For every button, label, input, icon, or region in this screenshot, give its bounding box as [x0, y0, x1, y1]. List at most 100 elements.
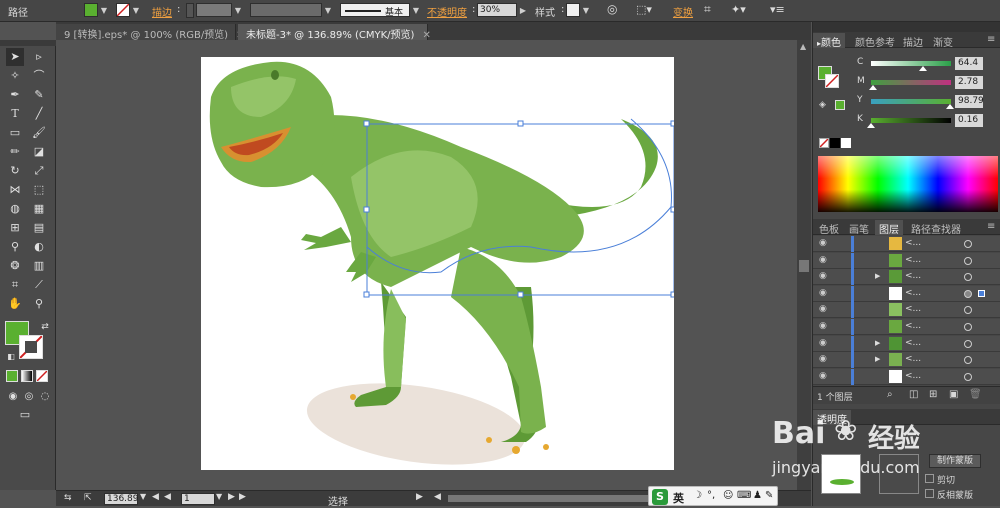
fill-dropdown-icon[interactable]: ▼ [99, 4, 109, 18]
lasso-icon[interactable]: ⌒ [30, 67, 48, 85]
variable-width-dropdown-icon[interactable]: ▼ [323, 4, 333, 18]
tab-gradient[interactable]: 渐变 [929, 33, 957, 49]
stroke-weight-dropdown-icon[interactable]: ▼ [233, 4, 243, 18]
slider-m-value[interactable]: 2.78 [955, 76, 983, 89]
ime-mode-label[interactable]: 英 [673, 490, 684, 506]
tab-stroke[interactable]: 描边 [899, 33, 927, 49]
white-swatch[interactable] [841, 138, 851, 148]
zoom-tool-icon[interactable]: ⚲ [30, 295, 48, 313]
layer-name[interactable]: <... [905, 288, 921, 298]
layer-row[interactable]: ◉ <... [813, 319, 1000, 335]
visibility-eye-icon[interactable]: ◉ [819, 371, 829, 380]
slider-k-track[interactable] [871, 118, 951, 123]
punctuation-icon[interactable]: °, [707, 490, 715, 501]
layer-row[interactable]: ◉ <... [813, 285, 1000, 302]
symbol-sprayer-icon[interactable]: ❂ [6, 257, 24, 275]
tab-document-1[interactable]: 9 [转换].eps* @ 100% (RGB/预览)✕ [56, 24, 244, 41]
swap-colors-icon[interactable]: ⇄ [36, 318, 54, 336]
stroke-swatch[interactable] [116, 3, 130, 17]
scale-tool-icon[interactable]: ⤢ [30, 162, 48, 180]
user-icon[interactable]: ♟ [753, 490, 762, 501]
slider-k-value[interactable]: 0.16 [955, 114, 983, 127]
scroll-up-icon[interactable]: ▲ [800, 42, 806, 51]
magic-wand-icon[interactable]: ✧ [6, 67, 24, 85]
scroll-left-icon[interactable]: ◀ [434, 492, 441, 502]
brush-select[interactable]: 基本 [340, 3, 410, 18]
status-menu-icon[interactable]: ▶ [416, 492, 423, 502]
brush-dropdown-icon[interactable]: ▼ [411, 4, 421, 18]
ime-toolbar[interactable]: S 英 ☽ °, ☺ ⌨ ♟ ✎ [648, 486, 778, 506]
visibility-eye-icon[interactable]: ◉ [819, 239, 829, 248]
layer-name[interactable]: <... [905, 371, 921, 381]
slider-m[interactable]: M 2.78 [817, 76, 1000, 90]
align-icon[interactable]: ⬚▾ [636, 3, 652, 16]
visibility-eye-icon[interactable]: ◉ [819, 272, 829, 281]
target-circle-icon[interactable] [964, 240, 972, 248]
locate-object-icon[interactable]: ⌕ [887, 389, 893, 400]
style-dropdown-icon[interactable]: ▼ [581, 4, 591, 18]
stroke-weight-field[interactable] [196, 3, 232, 17]
layer-name[interactable]: <... [905, 354, 921, 364]
layer-row[interactable]: ◉ ▶ <... [813, 269, 1000, 286]
zoom-dropdown-icon[interactable]: ▼ [140, 492, 146, 501]
artboard-nav-icon[interactable]: ⇆ [64, 493, 72, 503]
opacity-label[interactable]: 不透明度 [427, 4, 467, 19]
next-artboard-icon[interactable]: ▶ [228, 492, 235, 502]
rotate-tool-icon[interactable]: ↻ [6, 162, 24, 180]
first-artboard-icon[interactable]: ◀ [152, 492, 159, 502]
horizontal-scrollbar-thumb[interactable] [448, 495, 648, 502]
stroke-label[interactable]: 描边 [152, 4, 172, 19]
target-circle-icon[interactable] [964, 339, 972, 348]
dinosaur-illustration[interactable] [201, 57, 674, 470]
gradient-tool-icon[interactable]: ▤ [30, 219, 48, 237]
visibility-eye-icon[interactable]: ◉ [819, 322, 829, 331]
expand-icon[interactable]: ▶ [875, 355, 880, 363]
tab-color-guide[interactable]: 颜色参考 [851, 33, 899, 49]
fill-swatch[interactable] [84, 3, 98, 17]
slider-c-value[interactable]: 64.4 [955, 57, 983, 70]
blend-tool-icon[interactable]: ◐ [30, 238, 48, 256]
width-tool-icon[interactable]: ⋈ [6, 181, 24, 199]
layer-row[interactable]: ◉ ▶ <... [813, 335, 1000, 352]
arrange-icon[interactable]: ✦▾ [731, 3, 746, 16]
panel-menu-icon[interactable]: ≡ [983, 220, 999, 235]
direct-selection-tool-icon[interactable]: ▹ [30, 48, 48, 66]
screen-mode-icon[interactable]: ▭ [16, 406, 34, 424]
transform-link[interactable]: 变换 [673, 4, 693, 19]
page-dropdown-icon[interactable]: ▼ [216, 492, 222, 501]
layer-row[interactable]: ◉ <... [813, 252, 1000, 269]
rectangle-tool-icon[interactable]: ▭ [6, 124, 24, 142]
style-swatch[interactable] [566, 3, 580, 17]
black-swatch[interactable] [830, 138, 840, 148]
line-tool-icon[interactable]: ╱ [30, 105, 48, 123]
eraser-tool-icon[interactable]: ◪ [30, 143, 48, 161]
graph-tool-icon[interactable]: ▥ [30, 257, 48, 275]
slider-thumb[interactable] [946, 104, 955, 109]
panel-menu-icon[interactable]: ≡ [983, 33, 999, 48]
isolate-icon[interactable]: ⌗ [704, 2, 711, 17]
scrollbar-thumb[interactable] [799, 260, 809, 272]
visibility-eye-icon[interactable]: ◉ [819, 355, 829, 364]
slider-y-track[interactable] [871, 99, 951, 104]
pen-tool-icon[interactable]: ✒ [6, 86, 24, 104]
slider-thumb[interactable] [869, 85, 878, 90]
slider-thumb[interactable] [918, 66, 927, 71]
opacity-field[interactable]: 30% [477, 3, 517, 17]
layer-name[interactable]: <... [905, 304, 921, 314]
color-spectrum[interactable] [818, 156, 998, 212]
layer-row[interactable]: ◉ <... [813, 236, 1000, 252]
pencil-tool-icon[interactable]: ✏ [6, 143, 24, 161]
slider-c[interactable]: C 64.4 [817, 57, 1000, 71]
draw-inside-icon[interactable]: ◌ [36, 388, 54, 406]
target-circle-icon[interactable] [964, 256, 972, 265]
visibility-eye-icon[interactable]: ◉ [819, 255, 829, 264]
target-circle-icon[interactable] [964, 356, 972, 365]
mesh-tool-icon[interactable]: ⊞ [6, 219, 24, 237]
curvature-tool-icon[interactable]: ✎ [30, 86, 48, 104]
selection-indicator[interactable] [978, 289, 985, 297]
gradient-mode-icon[interactable] [21, 370, 33, 382]
stroke-weight-stepper[interactable] [186, 3, 194, 18]
slider-y[interactable]: Y 98.79 [817, 95, 1000, 109]
target-circle-icon[interactable] [964, 273, 972, 282]
artboard[interactable] [201, 57, 674, 470]
